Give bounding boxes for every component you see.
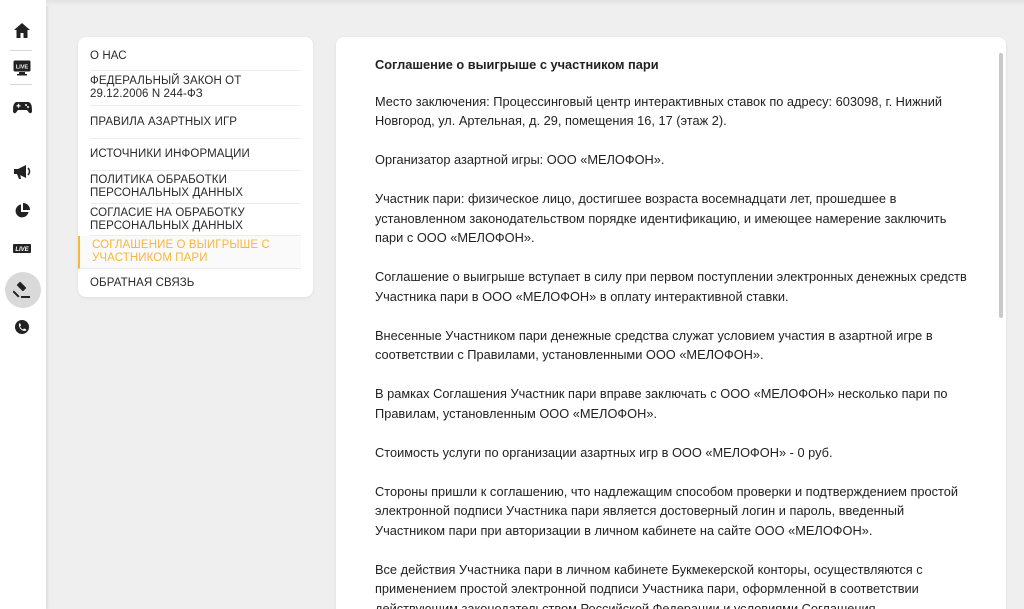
pie-chart-icon[interactable]	[10, 199, 34, 223]
doc-paragraph: В рамках Соглашения Участник пари вправе…	[375, 386, 948, 421]
doc-paragraph: Стороны пришли к соглашению, что надлежа…	[375, 483, 959, 538]
menu-item-gambling-rules[interactable]: ПРАВИЛА АЗАРТНЫХ ИГР	[90, 106, 301, 139]
support-chat-icon[interactable]	[10, 315, 34, 339]
menu-item-winning-agreement[interactable]: СОГЛАШЕНИЕ О ВЫИГРЫШЕ С УЧАСТНИКОМ ПАРИ	[78, 236, 301, 269]
info-menu: О НАС ФЕДЕРАЛЬНЫЙ ЗАКОН ОТ 29.12.2006 N …	[78, 37, 313, 297]
doc-paragraph: Стоимость услуги по организации азартных…	[375, 444, 833, 460]
menu-item-privacy-policy[interactable]: ПОЛИТИКА ОБРАБОТКИ ПЕРСОНАЛЬНЫХ ДАННЫХ	[90, 171, 301, 204]
live-tv-icon[interactable]: LIVE	[10, 56, 34, 80]
document-panel: Соглашение о выигрыше с участником пари …	[336, 37, 1006, 609]
rail-divider	[10, 84, 32, 85]
document-body: Соглашение о выигрыше с участником пари …	[375, 55, 975, 609]
doc-paragraph: Участник пари: физическое лицо, достигше…	[375, 191, 947, 245]
menu-item-info-sources[interactable]: ИСТОЧНИКИ ИНФОРМАЦИИ	[90, 139, 301, 171]
menu-item-about[interactable]: О НАС	[90, 43, 301, 71]
topbar-shadow	[46, 0, 1024, 6]
menu-item-data-consent[interactable]: СОГЛАСИЕ НА ОБРАБОТКУ ПЕРСОНАЛЬНЫХ ДАННЫ…	[90, 204, 301, 236]
document-scrollbar[interactable]	[999, 53, 1003, 318]
home-icon[interactable]	[10, 18, 34, 42]
icon-rail: LIVE LIVE	[0, 0, 46, 609]
megaphone-icon[interactable]	[10, 160, 34, 184]
rail-divider	[10, 50, 32, 51]
menu-item-feedback[interactable]: ОБРАТНАЯ СВЯЗЬ	[90, 269, 301, 297]
doc-paragraph: Организатор азартной игры: ООО «МЕЛОФОН»…	[375, 152, 665, 167]
doc-paragraph: Все действия Участника пари в личном каб…	[375, 561, 923, 609]
gavel-icon[interactable]	[10, 278, 34, 302]
doc-paragraph: Место заключения: Процессинговый центр и…	[375, 93, 942, 129]
live-badge-text: LIVE	[15, 247, 29, 253]
menu-item-federal-law[interactable]: ФЕДЕРАЛЬНЫЙ ЗАКОН ОТ 29.12.2006 N 244-ФЗ	[90, 71, 301, 106]
live-badge-icon[interactable]: LIVE	[10, 237, 34, 261]
gamepad-icon[interactable]	[10, 95, 34, 119]
doc-paragraph: Соглашение о выигрыше вступает в силу пр…	[375, 269, 967, 304]
document-title: Соглашение о выигрыше с участником пари	[375, 57, 659, 72]
live-tv-text: LIVE	[16, 65, 29, 71]
doc-paragraph: Внесенные Участником пари денежные средс…	[375, 327, 933, 363]
